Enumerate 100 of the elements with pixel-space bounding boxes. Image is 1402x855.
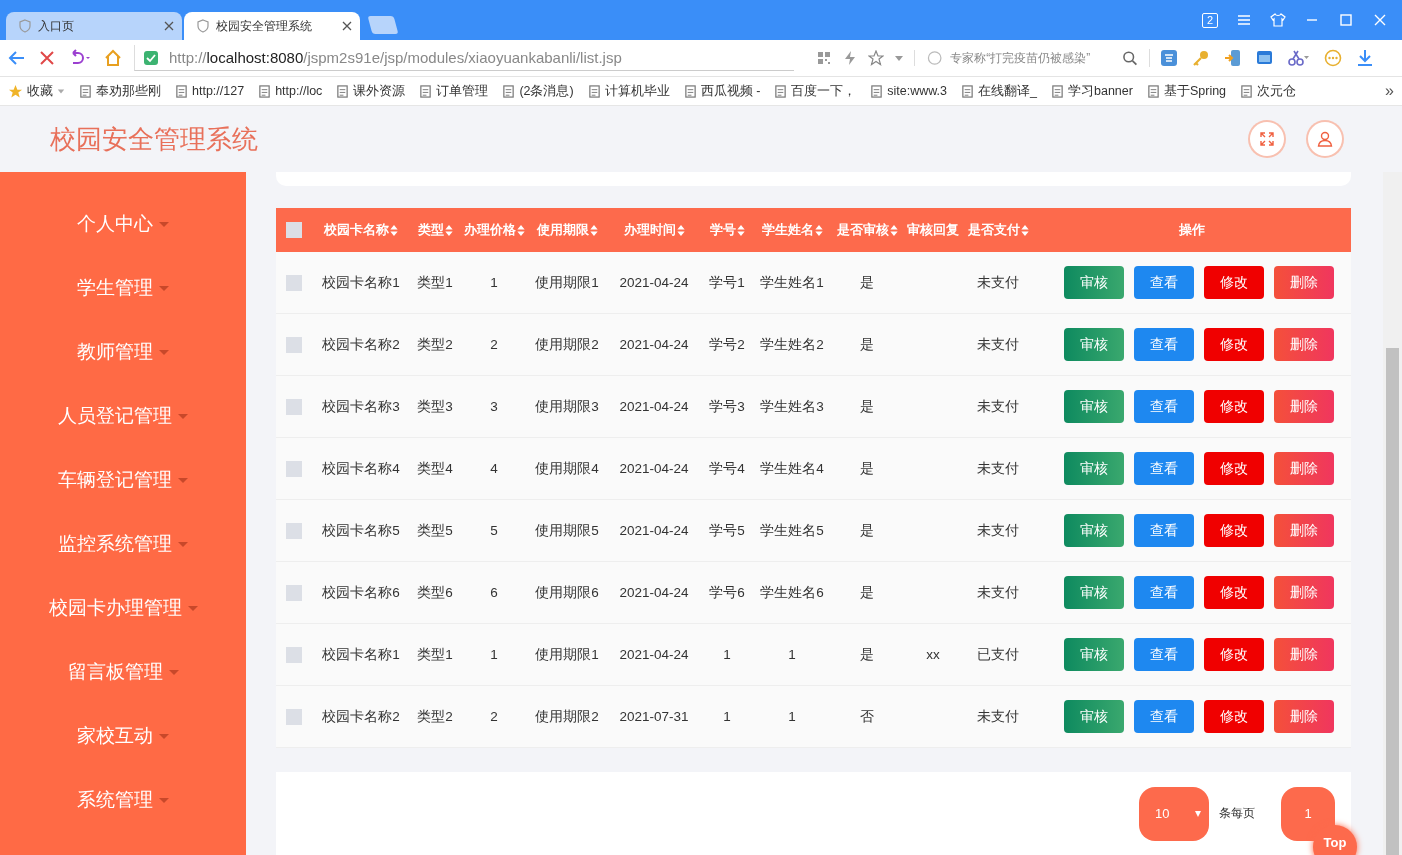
bookmark-link[interactable]: 课外资源 <box>336 82 406 100</box>
back-to-top-button[interactable]: Top <box>1313 825 1357 855</box>
row-checkbox[interactable] <box>286 708 302 725</box>
lightning-icon[interactable] <box>842 50 858 66</box>
shirt-icon[interactable] <box>1270 12 1286 28</box>
star-icon[interactable] <box>868 50 884 66</box>
action-button[interactable]: 删除 <box>1273 266 1334 300</box>
column-header[interactable]: 学生姓名 <box>752 221 832 240</box>
user-button[interactable] <box>1308 122 1342 156</box>
row-checkbox[interactable] <box>286 584 302 601</box>
column-header[interactable]: 是否支付 <box>964 221 1032 240</box>
download-icon[interactable] <box>1356 49 1374 67</box>
action-button[interactable]: 审核 <box>1063 390 1124 424</box>
action-button[interactable]: 修改 <box>1203 576 1264 610</box>
key-icon[interactable] <box>1192 49 1210 67</box>
caret-icon[interactable] <box>894 53 904 63</box>
action-button[interactable]: 删除 <box>1273 700 1334 734</box>
column-header[interactable]: 办理价格 <box>460 221 528 240</box>
bookmark-link[interactable]: 次元仓 <box>1240 82 1297 100</box>
action-button[interactable]: 修改 <box>1203 328 1264 362</box>
bookmark-link[interactable]: http://loc <box>258 84 323 98</box>
action-button[interactable]: 审核 <box>1063 700 1124 734</box>
action-button[interactable]: 审核 <box>1063 266 1124 300</box>
column-header[interactable]: 校园卡名称 <box>312 221 410 240</box>
search-icon[interactable] <box>1121 50 1137 66</box>
bookmark-link[interactable]: 计算机毕业 <box>587 82 670 100</box>
new-tab-button[interactable] <box>367 16 399 34</box>
translate-icon[interactable] <box>1160 49 1178 67</box>
sidebar-menu-item[interactable]: 教师管理 <box>0 320 246 384</box>
bookmark-link[interactable]: (2条消息) <box>502 82 574 100</box>
action-button[interactable]: 查看 <box>1133 638 1194 672</box>
action-button[interactable]: 查看 <box>1133 390 1194 424</box>
action-button[interactable]: 删除 <box>1273 452 1334 486</box>
row-checkbox[interactable] <box>286 274 302 291</box>
sidebar-menu-item[interactable]: 人员登记管理 <box>0 384 246 448</box>
scissors-icon[interactable] <box>1288 49 1310 67</box>
bookmark-link[interactable]: 奉劝那些刚 <box>79 82 161 100</box>
bookmark-link[interactable]: site:www.3 <box>870 84 948 98</box>
action-button[interactable]: 审核 <box>1063 638 1124 672</box>
close-icon[interactable] <box>342 21 352 31</box>
action-button[interactable]: 查看 <box>1133 700 1194 734</box>
sidebar-menu-item[interactable]: 学生管理 <box>0 256 246 320</box>
row-checkbox[interactable] <box>286 522 302 539</box>
row-checkbox[interactable] <box>286 646 302 663</box>
home-icon[interactable] <box>104 49 122 67</box>
fullscreen-button[interactable] <box>1250 122 1284 156</box>
action-button[interactable]: 删除 <box>1273 514 1334 548</box>
qr-code-icon[interactable] <box>816 50 832 66</box>
sidebar-menu-item[interactable]: 留言板管理 <box>0 640 246 704</box>
bookmark-link[interactable]: 百度一下， <box>774 82 857 100</box>
window-icon[interactable] <box>1256 49 1274 67</box>
column-header[interactable]: 是否审核 <box>832 221 902 240</box>
column-header[interactable]: 办理时间 <box>606 221 702 240</box>
bookmark-link[interactable]: 收藏 <box>8 82 65 100</box>
sidebar-menu-item[interactable]: 监控系统管理 <box>0 512 246 576</box>
action-button[interactable]: 修改 <box>1203 700 1264 734</box>
action-button[interactable]: 查看 <box>1133 514 1194 548</box>
close-icon[interactable] <box>1372 12 1388 28</box>
sidebar-menu-item[interactable]: 家校互动 <box>0 704 246 768</box>
bookmark-link[interactable]: 西瓜视频 - <box>683 82 761 100</box>
browser-tab[interactable]: 校园安全管理系统 <box>184 12 360 40</box>
bookmark-link[interactable]: 在线翻译_ <box>961 82 1037 100</box>
action-button[interactable]: 修改 <box>1203 266 1264 300</box>
address-field[interactable]: http://localhost:8080/jspm2s91e/jsp/modules/xiaoyuankabanli/list.jsp <box>134 45 794 71</box>
sidebar-menu-item[interactable]: 车辆登记管理 <box>0 448 246 512</box>
bookmark-link[interactable]: 订单管理 <box>419 82 489 100</box>
bookmark-link[interactable]: 学习banner <box>1051 82 1133 100</box>
action-button[interactable]: 审核 <box>1063 576 1124 610</box>
browser-tab[interactable]: 入口页 <box>6 12 182 40</box>
row-checkbox[interactable] <box>286 460 302 477</box>
row-checkbox[interactable] <box>286 398 302 415</box>
stop-icon[interactable] <box>38 49 56 67</box>
back-icon[interactable] <box>8 49 26 67</box>
action-button[interactable]: 查看 <box>1133 576 1194 610</box>
action-button[interactable]: 审核 <box>1063 452 1124 486</box>
action-button[interactable]: 删除 <box>1273 328 1334 362</box>
bookmark-link[interactable]: 基于Spring <box>1146 82 1227 100</box>
action-button[interactable]: 审核 <box>1063 514 1124 548</box>
sidebar-menu-item[interactable]: 校园卡办理管理 <box>0 576 246 640</box>
action-button[interactable]: 修改 <box>1203 638 1264 672</box>
column-header[interactable]: 学号 <box>702 221 752 240</box>
more-bookmarks-button[interactable]: » <box>1385 82 1394 100</box>
action-button[interactable]: 审核 <box>1063 328 1124 362</box>
tab-count-badge[interactable]: 2 <box>1202 12 1218 28</box>
action-button[interactable]: 修改 <box>1203 452 1264 486</box>
action-button[interactable]: 删除 <box>1273 390 1334 424</box>
row-checkbox[interactable] <box>286 336 302 353</box>
bookmark-link[interactable]: http://127 <box>175 84 245 98</box>
action-button[interactable]: 删除 <box>1273 576 1334 610</box>
sidebar-menu-item[interactable]: 系统管理 <box>0 768 246 832</box>
action-button[interactable]: 查看 <box>1133 266 1194 300</box>
page-size-select[interactable]: 10 <box>1139 786 1209 841</box>
action-button[interactable]: 查看 <box>1133 452 1194 486</box>
scrollbar-thumb[interactable] <box>1386 348 1399 855</box>
sidebar-menu-item[interactable]: 个人中心 <box>0 192 246 256</box>
select-all-checkbox[interactable] <box>286 222 302 239</box>
more-icon[interactable] <box>1324 49 1342 67</box>
action-button[interactable]: 删除 <box>1273 638 1334 672</box>
menu-icon[interactable] <box>1236 12 1252 28</box>
action-button[interactable]: 查看 <box>1133 328 1194 362</box>
